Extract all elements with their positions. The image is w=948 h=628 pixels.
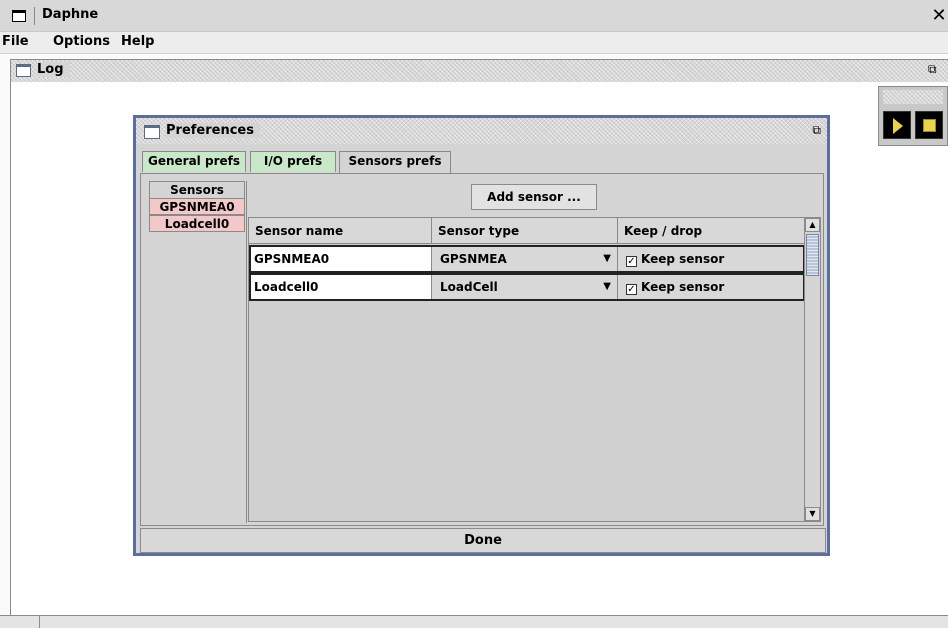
column-header-sensor-type[interactable]: Sensor type [432, 218, 618, 244]
sensor-type-value: LoadCell [440, 280, 498, 294]
keep-sensor-checkbox[interactable]: ✓ Keep sensor [622, 275, 802, 299]
keep-sensor-checkbox[interactable]: ✓ Keep sensor [622, 247, 802, 271]
tab-sensors-prefs[interactable]: Sensors prefs [339, 151, 451, 173]
app-title: Daphne [42, 7, 99, 22]
toolbar-grip[interactable] [883, 90, 943, 104]
sensor-name-input[interactable]: GPSNMEA0 [251, 247, 432, 271]
checkbox-checked-icon[interactable]: ✓ [626, 284, 637, 295]
restore-icon[interactable]: ⧉ [812, 123, 821, 138]
frame-icon[interactable] [16, 64, 31, 77]
play-icon [893, 118, 903, 134]
keep-sensor-label: Keep sensor [641, 252, 725, 266]
table-row: Loadcell0 LoadCell ▼ ✓ Keep sensor [249, 273, 805, 301]
preferences-dialog: Preferences ⧉ General prefs I/O prefs Se… [133, 115, 830, 556]
play-button[interactable] [883, 111, 911, 139]
preferences-title: Preferences [166, 123, 260, 138]
sensor-table: Sensor name Sensor type Keep / drop GPSN… [248, 217, 821, 522]
frame-icon[interactable] [144, 125, 160, 139]
stop-icon [923, 119, 936, 132]
table-vertical-scrollbar[interactable]: ▲ ▼ [804, 218, 820, 521]
title-separator [34, 7, 35, 25]
menu-options[interactable]: Options [53, 34, 110, 49]
bottom-scrollbar[interactable] [0, 615, 948, 628]
preferences-title-bar[interactable]: Preferences ⧉ [136, 118, 827, 144]
chevron-down-icon[interactable]: ▼ [603, 247, 611, 271]
stop-button[interactable] [915, 111, 943, 139]
sensor-type-value: GPSNMEA [440, 252, 507, 266]
menu-bar: File Options Help [0, 32, 948, 54]
close-icon[interactable]: ✕ [930, 6, 948, 26]
menu-help[interactable]: Help [121, 34, 154, 49]
sensor-name-input[interactable]: Loadcell0 [251, 275, 432, 299]
chevron-down-icon[interactable]: ▼ [603, 275, 611, 299]
sensor-side-tabs: Sensors GPSNMEA0 Loadcell0 [149, 181, 247, 523]
add-sensor-button[interactable]: Add sensor ... [471, 184, 597, 210]
checkbox-checked-icon[interactable]: ✓ [626, 256, 637, 267]
side-tab-loadcell0[interactable]: Loadcell0 [149, 215, 245, 232]
side-tab-gpsnmea0[interactable]: GPSNMEA0 [149, 198, 245, 215]
keep-sensor-label: Keep sensor [641, 280, 725, 294]
window-icon[interactable] [12, 10, 26, 22]
side-tab-sensors[interactable]: Sensors [149, 181, 245, 198]
tab-io-prefs[interactable]: I/O prefs [250, 151, 336, 172]
tab-general-prefs[interactable]: General prefs [142, 151, 246, 172]
sensors-prefs-panel: Sensors GPSNMEA0 Loadcell0 Add sensor ..… [140, 173, 824, 526]
log-title: Log [37, 62, 70, 77]
scroll-up-icon[interactable]: ▲ [805, 218, 820, 232]
log-title-bar[interactable]: Log ⧉ [11, 60, 948, 82]
column-header-sensor-name[interactable]: Sensor name [249, 218, 432, 244]
control-toolbar [878, 86, 948, 146]
table-header: Sensor name Sensor type Keep / drop [249, 218, 805, 244]
scroll-thumb[interactable] [806, 234, 819, 276]
scroll-down-icon[interactable]: ▼ [805, 507, 820, 521]
menu-file[interactable]: File [2, 34, 29, 49]
sensor-type-select[interactable]: LoadCell ▼ [436, 275, 618, 299]
sensor-type-select[interactable]: GPSNMEA ▼ [436, 247, 618, 271]
restore-icon[interactable]: ⧉ [928, 62, 944, 77]
bottom-scroll-thumb[interactable] [0, 616, 40, 628]
table-row: GPSNMEA0 GPSNMEA ▼ ✓ Keep sensor [249, 245, 805, 273]
app-title-bar: Daphne ✕ [0, 0, 948, 32]
column-header-keep-drop[interactable]: Keep / drop [618, 218, 805, 244]
done-button[interactable]: Done [140, 528, 826, 553]
